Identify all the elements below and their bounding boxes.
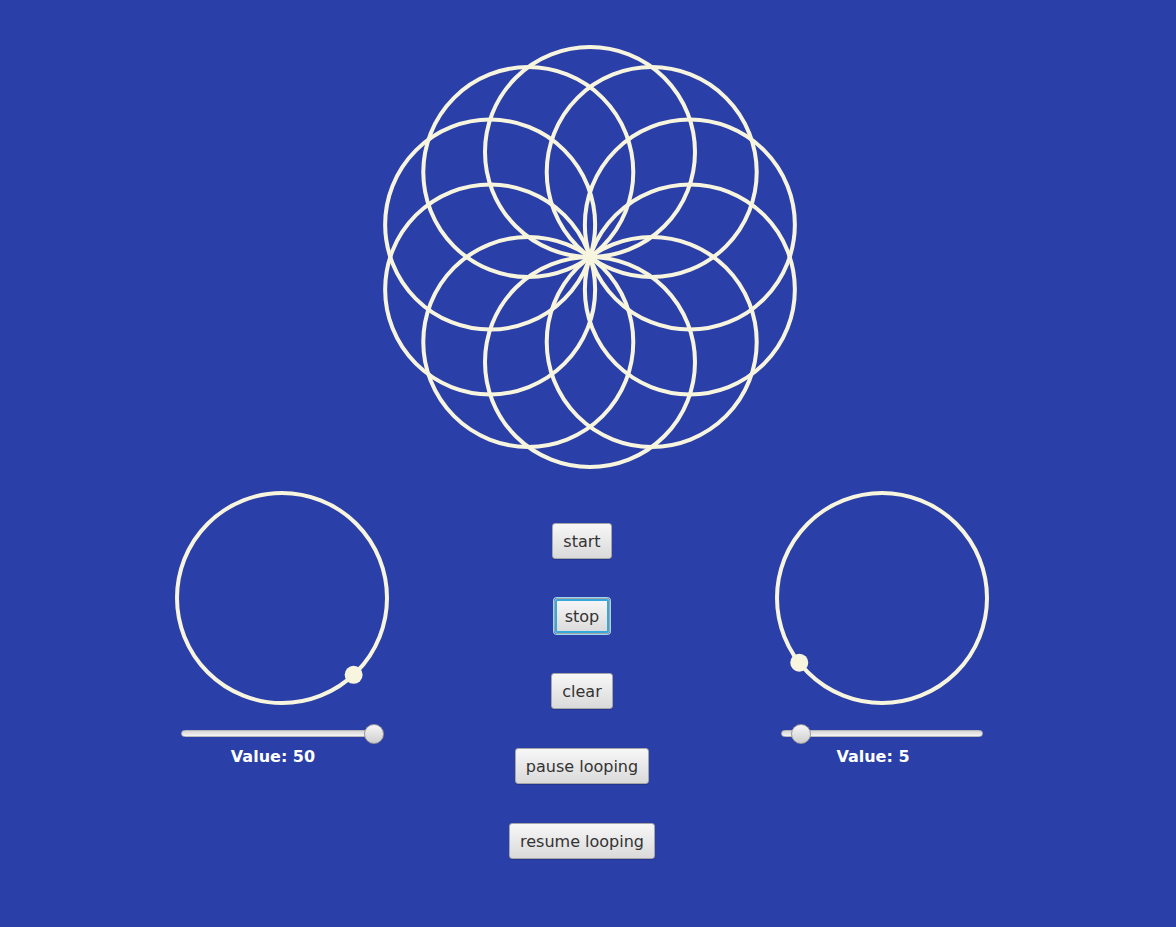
slider[interactable] (181, 730, 383, 737)
value-label: Value: 5 (836, 747, 909, 767)
rosette-circle (585, 120, 795, 330)
dial-handle[interactable] (790, 654, 808, 672)
rosette-circle (547, 237, 757, 447)
dial-ring (777, 493, 987, 703)
dial[interactable] (772, 488, 992, 708)
rosette-circle (423, 237, 633, 447)
slider[interactable] (781, 730, 983, 737)
control-button[interactable]: clear (551, 673, 612, 709)
right-dial-panel: Value: 5 (772, 488, 992, 767)
value-label: Value: 50 (231, 747, 315, 767)
slider-thumb[interactable] (791, 724, 811, 744)
rosette-circle (485, 257, 695, 467)
control-button[interactable]: resume looping (509, 823, 655, 859)
rosette-circle (485, 47, 695, 257)
rosette-circle (385, 120, 595, 330)
rosette-circle (547, 67, 757, 277)
dial[interactable] (172, 488, 392, 708)
rosette-center (585, 252, 595, 262)
app: Value: 50 start stop clear pause looping resu… (0, 0, 1176, 927)
control-button[interactable]: start (552, 523, 611, 559)
rosette-circle (585, 184, 795, 394)
rosette-drawing (370, 37, 810, 477)
left-dial-panel: Value: 50 (172, 488, 392, 767)
button-column: start stop clear pause looping resume loopin… (392, 488, 772, 859)
dial-handle[interactable] (345, 666, 363, 684)
control-button[interactable]: pause looping (515, 748, 649, 784)
dial-ring (177, 493, 387, 703)
rosette-circle (385, 184, 595, 394)
control-row: Value: 50 start stop clear pause looping resu… (0, 488, 1176, 859)
control-button[interactable]: stop (554, 598, 611, 634)
slider-thumb[interactable] (364, 724, 384, 744)
drawing-area (0, 37, 1176, 477)
rosette-circle (423, 67, 633, 277)
